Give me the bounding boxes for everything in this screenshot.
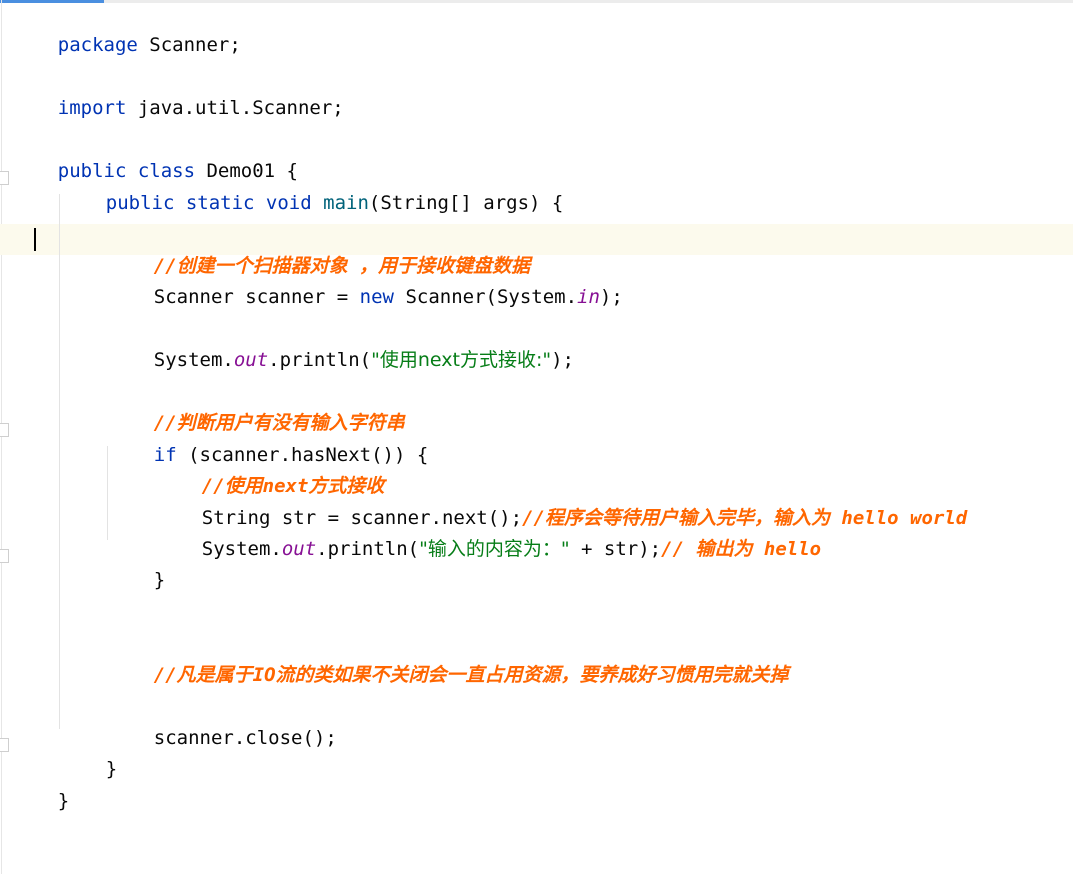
code-text: }	[153, 569, 166, 591]
code-line-package[interactable]: package Scanner;	[12, 6, 241, 56]
keyword: package	[57, 34, 138, 56]
code-text: }	[105, 758, 118, 780]
code-line-comment[interactable]: //凡是属于IO流的类如果不关闭会一直占用资源，要养成好习惯用完就关掉	[108, 636, 789, 686]
keyword: import	[57, 97, 127, 119]
code-line-scanner-new[interactable]: Scanner scanner = new Scanner(System.in)…	[108, 258, 623, 308]
fold-marker-icon[interactable]	[0, 423, 9, 437]
active-tab-indicator	[0, 0, 104, 3]
code-text: );	[599, 286, 623, 308]
code-text: System.	[201, 538, 282, 560]
string-literal: "使用next方式接收:"	[371, 349, 552, 371]
static-field: out	[281, 538, 317, 560]
code-line-println[interactable]: System.out.println("使用next方式接收:");	[108, 321, 574, 371]
code-line-class-decl[interactable]: public class Demo01 {	[12, 132, 298, 182]
code-line-import[interactable]: import java.util.Scanner;	[12, 69, 344, 119]
code-line-scanner-close[interactable]: scanner.close();	[108, 699, 337, 749]
code-line-comment[interactable]: //判断用户有没有输入字符串	[108, 384, 405, 434]
code-line-comment[interactable]: //创建一个扫描器对象 ，用于接收键盘数据	[108, 227, 530, 277]
fold-marker-icon[interactable]	[0, 738, 9, 752]
fold-marker-icon[interactable]	[0, 549, 9, 563]
code-text: Scanner scanner =	[153, 286, 360, 308]
comment-text: // 输出为 hello	[661, 538, 822, 560]
code-text: );	[551, 349, 574, 371]
code-line-println-result[interactable]: System.out.println("输入的内容为：" + str);// 输…	[156, 510, 821, 560]
comment-text: //凡是属于IO流的类如果不关闭会一直占用资源，要养成好习惯用完就关掉	[153, 664, 789, 686]
code-text: Scanner(System.	[394, 286, 578, 308]
code-text: + str);	[569, 538, 662, 560]
code-text: .println(	[316, 538, 420, 560]
code-text: scanner.close();	[153, 727, 337, 749]
code-line-main-decl[interactable]: public static void main(String[] args) {	[60, 164, 564, 214]
static-field: in	[577, 286, 600, 308]
text-caret	[34, 228, 36, 251]
code-text: }	[57, 790, 70, 812]
indent-guide	[59, 194, 60, 729]
code-text: Scanner;	[137, 34, 241, 56]
static-field: out	[233, 349, 269, 371]
code-text: .println(	[268, 349, 372, 371]
code-text: (String[] args) {	[368, 192, 564, 214]
code-line-close-brace[interactable]: }	[12, 762, 69, 812]
code-line-if[interactable]: if (scanner.hasNext()) {	[108, 416, 429, 466]
code-line-comment[interactable]: //使用next方式接收	[156, 447, 385, 497]
editor-tab-bar-border	[0, 0, 1073, 3]
string-literal: "输入的内容为："	[419, 538, 570, 560]
code-line-close-brace[interactable]: }	[60, 730, 117, 780]
fold-marker-icon[interactable]	[0, 171, 9, 185]
code-text: java.util.Scanner;	[126, 97, 344, 119]
keyword: public static void	[105, 192, 312, 214]
code-line-close-brace[interactable]: }	[108, 541, 165, 591]
keyword: new	[359, 286, 394, 308]
method-name: main	[323, 192, 369, 214]
code-line-next[interactable]: String str = scanner.next();//程序会等待用户输入完…	[156, 479, 967, 529]
code-text: System.	[153, 349, 234, 371]
code-editor[interactable]: package Scanner; import java.util.Scanne…	[0, 0, 1073, 874]
